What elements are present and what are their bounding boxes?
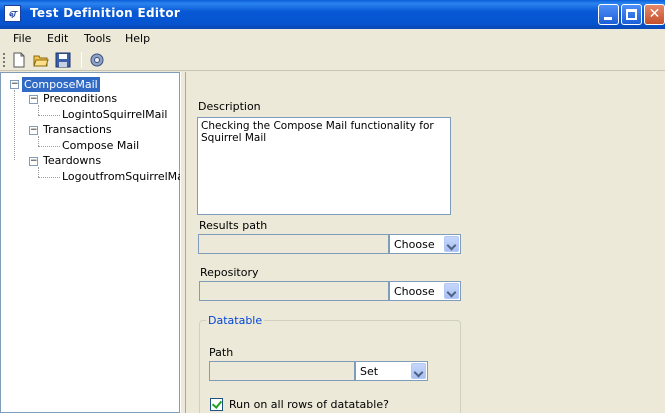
results-path-choose-label: Choose	[394, 238, 435, 251]
tree-node-transactions[interactable]: Transactions	[43, 123, 112, 136]
tree-line	[38, 167, 39, 177]
tree-node-logoutfromsquirrelmail[interactable]: LogoutfromSquirrelMail	[62, 170, 190, 183]
results-path-choose-dropdown[interactable]: Choose	[389, 234, 461, 254]
test-tree[interactable]: − ComposeMail − Preconditions LogintoSqu…	[0, 72, 190, 413]
run-all-rows-checkbox[interactable]	[210, 398, 223, 411]
close-button[interactable]: ✕	[644, 4, 665, 25]
minimize-icon	[604, 17, 612, 20]
toolbar-separator	[81, 52, 82, 68]
settings-icon[interactable]	[89, 52, 105, 68]
toolbar-grip[interactable]	[3, 53, 5, 67]
app-icon[interactable]: ஏ	[4, 5, 21, 22]
title-bar: ஏ Test Definition Editor ✕	[0, 0, 665, 29]
tree-line	[38, 115, 60, 116]
collapse-preconditions-icon[interactable]: −	[29, 95, 38, 104]
tree-line	[14, 90, 15, 160]
test-definition-form: Description Checking the Compose Mail fu…	[187, 72, 665, 413]
repository-choose-dropdown[interactable]: Choose	[389, 281, 461, 301]
menu-tools[interactable]: Tools	[84, 32, 111, 45]
menu-help[interactable]: Help	[125, 32, 150, 45]
menu-edit[interactable]: Edit	[47, 32, 68, 45]
collapse-root-icon[interactable]: −	[10, 80, 19, 89]
results-path-label: Results path	[199, 219, 268, 232]
datatable-set-label: Set	[360, 365, 379, 378]
save-icon[interactable]	[55, 52, 71, 68]
menu-bar: File Edit Tools Help	[0, 29, 665, 49]
tree-line	[38, 177, 60, 178]
window-title: Test Definition Editor	[30, 6, 181, 20]
menu-file[interactable]: File	[13, 32, 31, 45]
minimize-button[interactable]	[598, 4, 619, 25]
datatable-path-field[interactable]	[209, 361, 355, 381]
new-document-icon[interactable]	[11, 52, 27, 68]
open-folder-icon[interactable]	[33, 52, 49, 68]
description-label: Description	[198, 100, 261, 113]
tree-line	[38, 146, 60, 147]
datatable-set-dropdown[interactable]: Set	[355, 361, 428, 381]
panel-splitter[interactable]	[180, 72, 186, 413]
datatable-group: Datatable Path Set Run on all rows of da…	[199, 314, 461, 413]
maximize-button[interactable]	[621, 4, 642, 25]
description-textarea[interactable]: Checking the Compose Mail functionality …	[197, 117, 451, 215]
chevron-down-icon[interactable]	[444, 283, 459, 299]
run-all-rows-label[interactable]: Run on all rows of datatable?	[229, 398, 389, 411]
tree-node-preconditions[interactable]: Preconditions	[43, 92, 117, 105]
results-path-field[interactable]	[198, 234, 389, 254]
tree-node-logintosquirrelmail[interactable]: LogintoSquirrelMail	[62, 108, 168, 121]
repository-choose-label: Choose	[394, 285, 435, 298]
close-icon: ✕	[648, 6, 661, 22]
tree-node-compose-mail[interactable]: Compose Mail	[62, 139, 139, 152]
tree-line	[38, 105, 39, 115]
tree-root-composemail[interactable]: ComposeMail	[22, 77, 100, 92]
collapse-teardowns-icon[interactable]: −	[29, 157, 38, 166]
datatable-path-label: Path	[209, 346, 234, 359]
tree-node-teardowns[interactable]: Teardowns	[43, 154, 101, 167]
tree-line	[38, 136, 39, 146]
datatable-group-title: Datatable	[206, 314, 265, 327]
repository-field[interactable]	[199, 281, 389, 301]
chevron-down-icon[interactable]	[411, 363, 426, 379]
repository-label: Repository	[200, 266, 259, 279]
toolbar	[0, 49, 665, 71]
chevron-down-icon[interactable]	[444, 236, 459, 252]
maximize-icon	[626, 9, 637, 20]
collapse-transactions-icon[interactable]: −	[29, 126, 38, 135]
